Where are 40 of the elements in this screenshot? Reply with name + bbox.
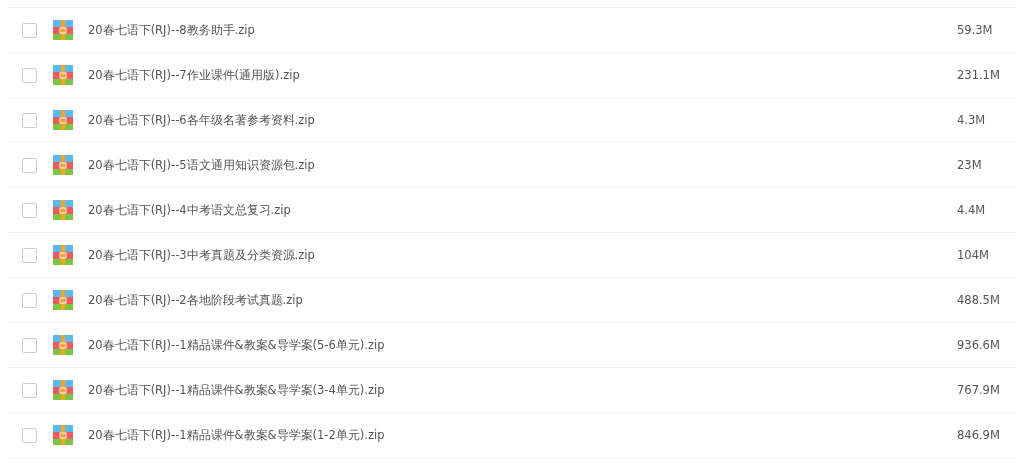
file-size: 4.3M [957, 113, 987, 127]
checkbox[interactable] [22, 202, 37, 218]
checkbox[interactable] [22, 427, 37, 443]
archive-icon [53, 155, 73, 175]
file-size: 936.6M [957, 338, 1001, 352]
checkbox[interactable] [22, 292, 37, 308]
file-name[interactable]: 20春七语下(RJ)--8教务助手.zip [88, 22, 957, 38]
file-size: 767.9M [957, 383, 1001, 397]
file-name[interactable]: 20春七语下(RJ)--3中考真题及分类资源.zip [88, 247, 957, 263]
file-name[interactable]: 20春七语下(RJ)--7作业课件(通用版).zip [88, 67, 957, 83]
file-name[interactable]: 20春七语下(RJ)--4中考语文总复习.zip [88, 202, 957, 218]
file-size: 104M [957, 248, 990, 262]
checkbox[interactable] [22, 67, 37, 83]
file-name[interactable]: 20春七语下(RJ)--1精品课件&教案&导学案(1-2单元).zip [88, 427, 957, 443]
file-name[interactable]: 20春七语下(RJ)--5语文通用知识资源包.zip [88, 157, 957, 173]
checkbox[interactable] [22, 382, 37, 398]
checkbox[interactable] [22, 247, 37, 263]
checkbox[interactable] [22, 22, 37, 38]
file-name[interactable]: 20春七语下(RJ)--2各地阶段考试真题.zip [88, 292, 957, 308]
archive-icon [53, 335, 73, 355]
archive-icon [53, 425, 73, 445]
checkbox[interactable] [22, 157, 37, 173]
archive-icon [53, 245, 73, 265]
archive-icon [53, 200, 73, 220]
archive-icon [53, 380, 73, 400]
checkbox[interactable] [22, 337, 37, 353]
file-name[interactable]: 20春七语下(RJ)--6各年级名著参考资料.zip [88, 112, 957, 128]
archive-icon [53, 20, 73, 40]
file-size: 4.4M [957, 203, 987, 217]
archive-icon [53, 65, 73, 85]
archive-icon [53, 290, 73, 310]
file-size: 231.1M [957, 68, 1001, 82]
file-size: 488.5M [957, 293, 1001, 307]
file-name[interactable]: 20春七语下(RJ)--1精品课件&教案&导学案(5-6单元).zip [88, 337, 957, 353]
file-name[interactable]: 20春七语下(RJ)--1精品课件&教案&导学案(3-4单元).zip [88, 382, 957, 398]
checkbox[interactable] [22, 112, 37, 128]
file-size: 23M [957, 158, 983, 172]
archive-icon [53, 110, 73, 130]
file-size: 59.3M [957, 23, 994, 37]
file-size: 846.9M [957, 428, 1001, 442]
